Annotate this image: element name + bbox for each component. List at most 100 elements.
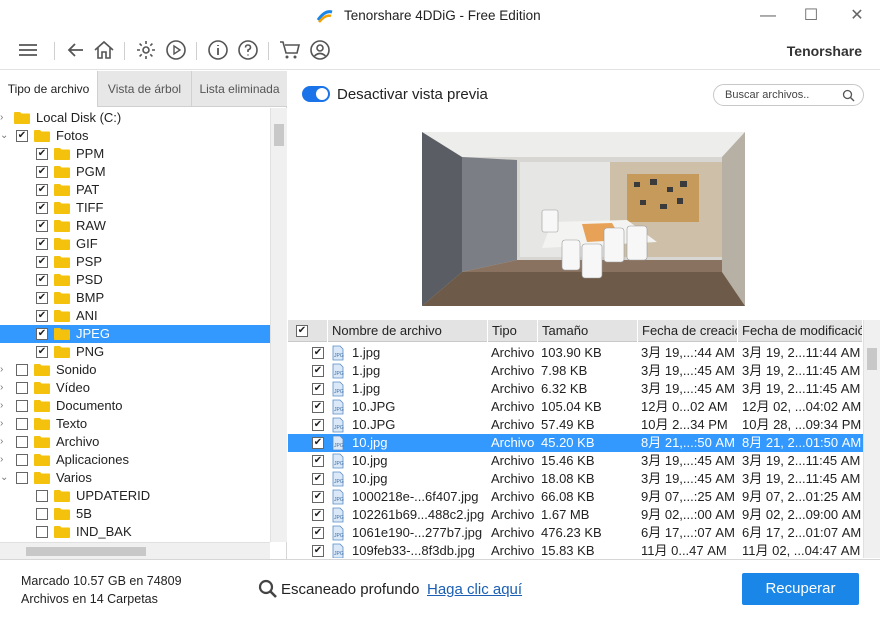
column-header-name[interactable]: Nombre de archivo	[328, 320, 488, 342]
row-checkbox[interactable]: ✔	[312, 383, 324, 395]
tree-item[interactable]: › Documento	[0, 397, 270, 415]
tree-item[interactable]: ✔ ANI	[0, 307, 270, 325]
scroll-thumb[interactable]	[867, 348, 877, 370]
tree-item[interactable]: › Sonido	[0, 361, 270, 379]
tree-item[interactable]: UPDATERID	[0, 487, 270, 505]
tree-item[interactable]: ✔ GIF	[0, 235, 270, 253]
table-row[interactable]: ✔ JPG 10.jpg Archivo 15.46 KB 3月 19,...:45 AM…	[288, 452, 863, 470]
row-checkbox[interactable]: ✔	[312, 365, 324, 377]
tree-checkbox[interactable]	[16, 454, 28, 466]
account-icon[interactable]	[308, 38, 332, 62]
tree-vertical-scrollbar[interactable]	[270, 108, 287, 542]
tab-deleted-list[interactable]: Lista eliminada	[191, 71, 287, 107]
row-checkbox[interactable]: ✔	[312, 455, 324, 467]
tree-checkbox[interactable]	[16, 418, 28, 430]
close-button[interactable]: ✕	[846, 6, 868, 26]
tree-checkbox[interactable]: ✔	[16, 130, 28, 142]
header-select-all[interactable]: ✔	[288, 320, 328, 342]
expand-toggle[interactable]: ›	[0, 109, 10, 127]
tree-item[interactable]: 5B	[0, 505, 270, 523]
tree-item[interactable]: ✔ PPM	[0, 145, 270, 163]
table-row[interactable]: ✔ JPG 102261b69...488c2.jpg Archivo 1.67 MB 9…	[288, 506, 863, 524]
row-checkbox[interactable]: ✔	[312, 347, 324, 359]
expand-toggle[interactable]: ›	[0, 397, 10, 415]
column-header-size[interactable]: Tamaño	[538, 320, 638, 342]
tree-checkbox[interactable]	[16, 382, 28, 394]
tree-item[interactable]: ⌄ ✔ Fotos	[0, 127, 270, 145]
tree-checkbox[interactable]: ✔	[36, 274, 48, 286]
tree-item[interactable]: ✔ PAT	[0, 181, 270, 199]
scroll-thumb[interactable]	[26, 547, 146, 556]
tree-checkbox[interactable]	[16, 364, 28, 376]
table-row[interactable]: ✔ JPG 10.JPG Archivo 57.49 KB 10月 2...34 PM 10…	[288, 416, 863, 434]
tree-checkbox[interactable]: ✔	[36, 256, 48, 268]
search-icon[interactable]	[842, 89, 855, 102]
table-row[interactable]: ✔ JPG 10.jpg Archivo 18.08 KB 3月 19,...:45 AM…	[288, 470, 863, 488]
tree-item[interactable]: ✔ PSD	[0, 271, 270, 289]
table-row[interactable]: ✔ JPG 1000218e-...6f407.jpg Archivo 66.08 KB…	[288, 488, 863, 506]
tree-item[interactable]: ✔ PNG	[0, 343, 270, 361]
tree-checkbox[interactable]: ✔	[36, 166, 48, 178]
back-icon[interactable]	[64, 38, 88, 62]
expand-toggle[interactable]: ›	[0, 415, 10, 433]
table-vertical-scrollbar[interactable]	[863, 320, 880, 558]
table-row[interactable]: ✔ JPG 1061e190-...277b7.jpg Archivo 476.23 K…	[288, 524, 863, 542]
table-row[interactable]: ✔ JPG 1.jpg Archivo 7.98 KB 3月 19,...:45 AM 3月…	[288, 362, 863, 380]
tree-checkbox[interactable]: ✔	[36, 328, 48, 340]
recover-button[interactable]: Recuperar	[742, 573, 859, 605]
column-header-type[interactable]: Tipo	[488, 320, 538, 342]
tree-checkbox[interactable]	[36, 526, 48, 538]
tree-item[interactable]: ✔ JPEG	[0, 325, 270, 343]
row-checkbox[interactable]: ✔	[312, 419, 324, 431]
scroll-thumb[interactable]	[274, 124, 284, 146]
tree-item[interactable]: › Local Disk (C:)	[0, 109, 270, 127]
maximize-button[interactable]: ☐	[800, 6, 822, 26]
select-all-checkbox[interactable]: ✔	[296, 325, 308, 337]
minimize-button[interactable]: —	[757, 6, 779, 26]
tree-checkbox[interactable]: ✔	[36, 184, 48, 196]
tree-item[interactable]: › Archivo	[0, 433, 270, 451]
tree-checkbox[interactable]	[36, 508, 48, 520]
preview-toggle[interactable]	[302, 86, 330, 102]
table-row[interactable]: ✔ JPG 10.JPG Archivo 105.04 KB 12月 0...02 AM 1…	[288, 398, 863, 416]
tree-checkbox[interactable]: ✔	[36, 310, 48, 322]
tree-item[interactable]: IND_BAK	[0, 523, 270, 541]
row-checkbox[interactable]: ✔	[312, 401, 324, 413]
table-row[interactable]: ✔ JPG 109feb33-...8f3db.jpg Archivo 15.83 KB…	[288, 542, 863, 558]
tree-item[interactable]: › Texto	[0, 415, 270, 433]
tree-checkbox[interactable]: ✔	[36, 346, 48, 358]
row-checkbox[interactable]: ✔	[312, 437, 324, 449]
expand-toggle[interactable]: ›	[0, 433, 10, 451]
search-input[interactable]: Buscar archivos..	[713, 84, 864, 106]
help-icon[interactable]	[236, 38, 260, 62]
row-checkbox[interactable]: ✔	[312, 527, 324, 539]
expand-toggle[interactable]: ›	[0, 451, 10, 469]
tab-tree-view[interactable]: Vista de árbol	[97, 71, 191, 107]
tree-checkbox[interactable]: ✔	[36, 202, 48, 214]
table-row[interactable]: ✔ JPG 1.jpg Archivo 103.90 KB 3月 19,...:44 AM…	[288, 344, 863, 362]
info-icon[interactable]	[206, 38, 230, 62]
column-header-created[interactable]: Fecha de creación	[638, 320, 738, 342]
tree-horizontal-scrollbar[interactable]	[0, 542, 270, 559]
row-checkbox[interactable]: ✔	[312, 473, 324, 485]
tree-item[interactable]: ✔ PGM	[0, 163, 270, 181]
tree-item[interactable]: ✔ PSP	[0, 253, 270, 271]
expand-toggle[interactable]: ›	[0, 361, 10, 379]
tree-item[interactable]: ⌄ Varios	[0, 469, 270, 487]
tree-checkbox[interactable]: ✔	[36, 148, 48, 160]
row-checkbox[interactable]: ✔	[312, 545, 324, 557]
tree-item[interactable]: › Vídeo	[0, 379, 270, 397]
expand-toggle[interactable]: ⌄	[0, 127, 10, 145]
tree-item[interactable]: › Aplicaciones	[0, 451, 270, 469]
expand-toggle[interactable]: ⌄	[0, 469, 10, 487]
tree-item[interactable]: ✔ BMP	[0, 289, 270, 307]
tree-checkbox[interactable]	[16, 472, 28, 484]
home-icon[interactable]	[92, 38, 116, 62]
deep-scan-link[interactable]: Haga clic aquí	[427, 581, 522, 598]
tree-checkbox[interactable]	[16, 436, 28, 448]
tree-checkbox[interactable]	[16, 400, 28, 412]
tree-checkbox[interactable]: ✔	[36, 238, 48, 250]
cart-icon[interactable]	[278, 38, 302, 62]
tree-checkbox[interactable]: ✔	[36, 220, 48, 232]
play-icon[interactable]	[164, 38, 188, 62]
